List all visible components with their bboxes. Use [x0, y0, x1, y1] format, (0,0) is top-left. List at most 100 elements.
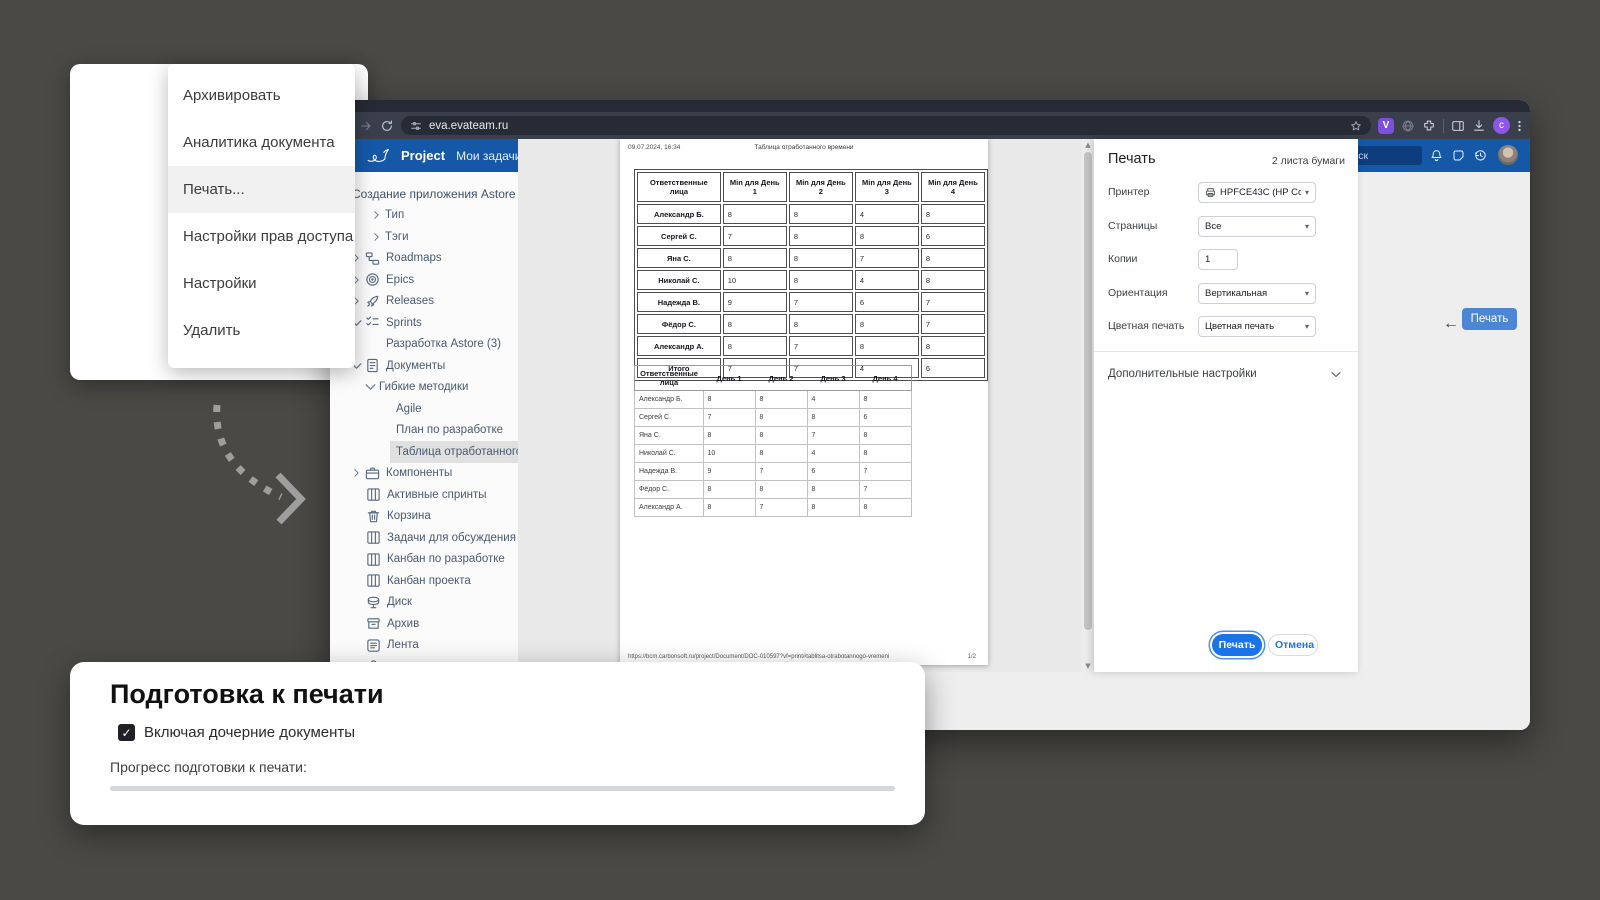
table-header-cell: День 4: [859, 366, 912, 391]
more-settings-row[interactable]: Дополнительные настройки: [1108, 363, 1344, 385]
address-bar[interactable]: eva.evateam.ru: [401, 116, 1371, 135]
sidebar-item-documents[interactable]: Документы: [330, 355, 518, 377]
sidebar-item-disk[interactable]: Диск: [330, 592, 518, 614]
setting-row-printer: ПринтерHPFCE43C (HP Color La:▾: [1108, 182, 1316, 203]
worked-time-table-min: Ответственные лицаMin для День 1Min для …: [634, 169, 988, 381]
table-header-cell: Min для День 1: [723, 172, 787, 202]
browser-profile-avatar[interactable]: c: [1493, 117, 1510, 134]
roadmap-icon: [365, 251, 380, 266]
sidebar-item-dev-plan[interactable]: План по разработке: [330, 420, 518, 442]
printer-select[interactable]: HPFCE43C (HP Color La:▾: [1198, 182, 1316, 203]
extension-globe-icon[interactable]: [1401, 119, 1415, 133]
sidebar-item-tags[interactable]: Тэги: [330, 226, 518, 248]
orientation-select[interactable]: Вертикальная▾: [1198, 283, 1316, 304]
canvas: АрхивироватьАналитика документаПечать...…: [0, 0, 1600, 900]
sidebar-item-active-sprints[interactable]: Активные спринты: [330, 484, 518, 506]
sidebar-item-label: Корзина: [387, 510, 431, 522]
sidebar-item-releases[interactable]: Releases: [330, 291, 518, 313]
sidebar-item-components[interactable]: Компоненты: [330, 463, 518, 485]
color-select[interactable]: Цветная печать▾: [1198, 316, 1316, 337]
sidebar-item-type[interactable]: Тип: [330, 205, 518, 227]
app-brand[interactable]: Project: [401, 148, 445, 163]
setting-value: Цветная печать: [1205, 321, 1301, 332]
chevron-right-icon[interactable]: [350, 468, 363, 478]
table-header-cell: День 2: [755, 366, 807, 391]
menu-item-archive[interactable]: Архивировать: [168, 72, 355, 119]
sidebar-item-feed[interactable]: Лента: [330, 635, 518, 657]
sidebar-item-dev-kanban[interactable]: Канбан по разработке: [330, 549, 518, 571]
menu-item-delete[interactable]: Удалить: [168, 307, 355, 354]
page-back-arrow[interactable]: ←: [1443, 315, 1459, 333]
browser-forward-icon[interactable]: [359, 119, 373, 133]
table-header-cell: Min для День 2: [789, 172, 853, 202]
extensions-puzzle-icon[interactable]: [1422, 119, 1436, 133]
chevron-right-icon[interactable]: [370, 210, 383, 220]
print-preparation-dialog: Подготовка к печати Включая дочерние док…: [70, 662, 925, 825]
table-row: Николай С.10848: [635, 445, 912, 463]
print-preview-overlay: 09.07.2024, 16:34 Таблица отработанного …: [518, 139, 1358, 672]
site-settings-icon[interactable]: [410, 120, 422, 132]
table-header-cell: Min для День 3: [855, 172, 919, 202]
sidebar-item-project-root[interactable]: Создание приложения Astore: [330, 183, 518, 205]
dashed-arrow-annotation: [193, 393, 318, 528]
kanban-icon: [366, 552, 381, 567]
components-icon: [365, 466, 380, 481]
printer-icon: [1205, 187, 1216, 198]
pages-select[interactable]: Все▾: [1198, 216, 1316, 237]
copies-input[interactable]: 1: [1198, 249, 1238, 270]
dropdown-arrow-icon: ▾: [1305, 188, 1309, 197]
progress-bar: [110, 786, 895, 791]
chevron-down-icon[interactable]: [364, 382, 377, 392]
table-header-cell: День 1: [703, 366, 755, 391]
sidebar-item-archive[interactable]: Архив: [330, 613, 518, 635]
sidebar-item-project-kanban[interactable]: Канбан проекта: [330, 570, 518, 592]
sidebar-item-label: Разработка Astore (3): [386, 338, 501, 350]
menu-item-access-rights-settings[interactable]: Настройки прав доступа: [168, 213, 355, 260]
sidebar-item-discussion-tasks[interactable]: Задачи для обсуждения: [330, 527, 518, 549]
bookmark-star-icon[interactable]: [1350, 120, 1362, 132]
extension-v-icon[interactable]: V: [1378, 118, 1394, 134]
side-panel-icon[interactable]: [1451, 119, 1465, 133]
scrollbar-up-icon[interactable]: ▲: [1082, 139, 1094, 151]
user-avatar[interactable]: [1498, 145, 1518, 165]
dialog-title: Подготовка к печати: [110, 679, 384, 710]
releases-icon: [365, 294, 380, 309]
browser-reload-icon[interactable]: [380, 119, 394, 133]
menu-item-settings[interactable]: Настройки: [168, 260, 355, 307]
sidebar-item-recycle-bin[interactable]: Корзина: [330, 506, 518, 528]
scrollbar-thumb[interactable]: [1084, 152, 1092, 630]
menu-item-print[interactable]: Печать...: [168, 166, 355, 213]
sidebar-item-label: Тип: [385, 209, 404, 221]
downloads-icon[interactable]: [1472, 119, 1486, 133]
print-confirm-button[interactable]: Печать: [1212, 634, 1262, 656]
notifications-bell-icon[interactable]: [1430, 139, 1443, 172]
scrollbar-down-icon[interactable]: ▼: [1082, 660, 1094, 672]
sidebar-item-sprint-astore-dev[interactable]: Разработка Astore (3): [330, 334, 518, 356]
menu-item-document-analytics[interactable]: Аналитика документа: [168, 119, 355, 166]
document-context-menu: АрхивироватьАналитика документаПечать...…: [168, 64, 355, 368]
nav-item-my-tasks[interactable]: Мои задачи: [456, 149, 521, 163]
history-clock-icon[interactable]: [1474, 139, 1487, 172]
include-children-checkbox[interactable]: [118, 724, 135, 741]
table-row: Яна С.8878: [637, 248, 985, 268]
setting-value: Вертикальная: [1205, 288, 1301, 299]
sidebar-item-roadmaps[interactable]: Roadmaps: [330, 248, 518, 270]
feed-icon: [366, 638, 381, 653]
table-row: Сергей С.7886: [637, 226, 985, 246]
chevron-right-icon[interactable]: [370, 232, 383, 242]
include-children-row[interactable]: Включая дочерние документы: [118, 724, 355, 741]
sidebar-item-agile-methods[interactable]: Гибкие методики: [330, 377, 518, 399]
dropdown-arrow-icon: ▾: [1305, 222, 1309, 231]
sidebar-item-epics[interactable]: Epics: [330, 269, 518, 291]
app-print-button[interactable]: Печать: [1462, 308, 1517, 330]
table-row: Фёдор С.8887: [635, 481, 912, 499]
print-cancel-button[interactable]: Отмена: [1268, 634, 1318, 656]
sidebar-item-agile[interactable]: Agile: [330, 398, 518, 420]
sidebar-item-worked-time-table[interactable]: Таблица отработанного времени: [330, 441, 518, 463]
sidebar-item-sprints[interactable]: Sprints: [330, 312, 518, 334]
preview-scrollbar[interactable]: ▲ ▼: [1082, 139, 1094, 672]
browser-menu-icon[interactable]: [1517, 119, 1522, 133]
print-page: 09.07.2024, 16:34 Таблица отработанного …: [620, 139, 988, 665]
notes-icon[interactable]: [1452, 139, 1465, 172]
sidebar-item-label: Документы: [386, 360, 445, 372]
